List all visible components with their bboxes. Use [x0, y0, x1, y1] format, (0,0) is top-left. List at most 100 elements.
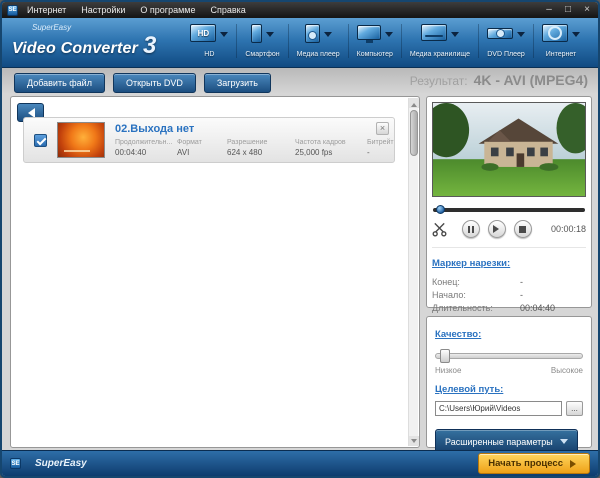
scissors-icon[interactable]: [432, 222, 447, 237]
scroll-down-icon[interactable]: [409, 436, 419, 446]
chevron-down-icon[interactable]: [323, 32, 332, 41]
trim-duration-value: 00:04:40: [520, 303, 556, 313]
chevron-down-icon[interactable]: [265, 32, 274, 41]
file-title: 02.Выхода нет: [115, 123, 195, 135]
video-thumbnail: [57, 122, 105, 158]
brand-name: Video Converter: [12, 40, 138, 57]
open-dvd-button[interactable]: Открыть DVD: [112, 73, 196, 93]
category-hd[interactable]: HD HD: [182, 24, 236, 58]
maximize-icon[interactable]: □: [562, 5, 574, 15]
category-label: Компьютер: [356, 51, 393, 58]
column-value: 00:04:40: [115, 148, 147, 157]
brand-logo: SuperEasy Video Converter 3: [2, 18, 156, 67]
trim-duration-label: Длительность:: [432, 303, 493, 313]
play-button[interactable]: [487, 220, 506, 238]
file-list-panel: 02.Выхода нет Продолжительн... 00:04:40 …: [10, 96, 420, 448]
play-arrow-icon: [570, 459, 580, 468]
category-media-storage[interactable]: Медиа хранилище: [400, 24, 478, 58]
category-label: Интернет: [545, 51, 577, 58]
chevron-down-icon[interactable]: [220, 32, 229, 41]
column-header: Частота кадров: [295, 139, 346, 146]
quality-slider-track[interactable]: [435, 353, 583, 359]
column-duration: Продолжительн... 00:04:40: [115, 139, 172, 157]
seek-handle[interactable]: [436, 205, 445, 214]
category-toolbar: HD HD Смартфон Медиа плеер Компьютер Мед…: [182, 18, 598, 67]
transport-buttons: [461, 220, 532, 238]
file-info: 02.Выхода нет Продолжительн... 00:04:40 …: [115, 123, 407, 157]
column-value: -: [367, 148, 370, 157]
download-button[interactable]: Загрузить: [203, 73, 271, 93]
column-resolution: Разрешение 624 x 480: [227, 139, 289, 157]
scroll-up-icon[interactable]: [409, 98, 419, 108]
category-media-player[interactable]: Медиа плеер: [287, 24, 348, 58]
start-process-label: Начать процесс: [488, 458, 563, 469]
category-smartphone[interactable]: Смартфон: [236, 24, 287, 58]
internet-icon: [542, 24, 568, 42]
media-player-icon: [304, 24, 320, 43]
column-bitrate: Битрейт -: [367, 139, 401, 157]
target-path-label[interactable]: Целевой путь:: [435, 384, 503, 395]
quality-slider[interactable]: [435, 349, 583, 363]
quality-high-label: Высокое: [550, 366, 583, 375]
brand-header: SuperEasy Video Converter 3 HD HD Смартф…: [2, 18, 598, 68]
quality-slider-thumb[interactable]: [440, 349, 450, 363]
playback-controls: 00:00:18: [432, 220, 586, 238]
seek-track[interactable]: [433, 208, 585, 212]
start-process-button[interactable]: Начать процесс: [478, 453, 590, 474]
computer-icon: [356, 25, 381, 43]
browse-button[interactable]: ...: [566, 401, 583, 416]
chevron-down-icon[interactable]: [572, 32, 580, 41]
file-checkbox[interactable]: [34, 133, 47, 147]
dvd-player-icon: [487, 28, 513, 39]
video-preview[interactable]: [432, 102, 586, 197]
trim-duration-row: Длительность: 00:04:40: [432, 302, 586, 315]
smartphone-icon: [250, 24, 262, 43]
scrollbar[interactable]: [408, 98, 419, 446]
trim-marker-label[interactable]: Маркер нарезки:: [432, 258, 510, 269]
result-value: 4K - AVI (MPEG4): [473, 72, 588, 88]
column-format: Формат AVI: [177, 139, 221, 157]
column-value: AVI: [177, 148, 190, 157]
hd-badge: HD: [197, 28, 210, 38]
app-window: SE Интернет Настройки О программе Справк…: [0, 0, 600, 478]
stop-icon: [519, 225, 527, 233]
trim-end-label: Конец:: [432, 277, 460, 287]
stop-button[interactable]: [513, 220, 532, 238]
seek-bar[interactable]: [432, 204, 586, 215]
menu-about[interactable]: О программе: [140, 5, 195, 15]
media-storage-icon: [420, 24, 447, 41]
menu-settings[interactable]: Настройки: [81, 5, 125, 15]
column-value: 25,000 fps: [295, 148, 333, 157]
category-dvd-player[interactable]: DVD Плеер: [478, 24, 533, 58]
minimize-icon[interactable]: –: [543, 5, 555, 15]
pause-button[interactable]: [461, 220, 480, 238]
add-file-button[interactable]: Добавить файл: [14, 73, 105, 93]
category-internet[interactable]: Интернет: [533, 24, 588, 58]
trim-section: Маркер нарезки: Конец: - Начало: - Длите…: [432, 247, 586, 315]
close-icon[interactable]: ×: [581, 5, 593, 15]
result-label: Результат:: [409, 74, 468, 88]
file-list-item[interactable]: 02.Выхода нет Продолжительн... 00:04:40 …: [23, 117, 395, 163]
footer-logo-icon: SE: [10, 458, 21, 469]
window-controls: – □ ×: [543, 5, 593, 15]
back-arrow-icon: [23, 107, 35, 118]
playback-time: 00:00:18: [550, 224, 586, 234]
footer-brand: SuperEasy: [35, 458, 87, 469]
menu-help[interactable]: Справка: [210, 5, 245, 15]
menu-internet[interactable]: Интернет: [27, 5, 66, 15]
chevron-down-icon[interactable]: [450, 32, 459, 41]
quality-label[interactable]: Качество:: [435, 329, 481, 340]
scrollbar-thumb[interactable]: [410, 110, 418, 156]
column-framerate: Частота кадров 25,000 fps: [295, 139, 361, 157]
column-header: Разрешение: [227, 139, 268, 146]
chevron-down-icon[interactable]: [384, 32, 393, 41]
quality-low-label: Низкое: [435, 366, 462, 375]
titlebar: SE Интернет Настройки О программе Справк…: [2, 2, 598, 18]
target-path-input[interactable]: [435, 401, 562, 416]
trim-end-row: Конец: -: [432, 276, 586, 289]
remove-file-button[interactable]: ×: [376, 122, 389, 135]
column-header: Формат: [177, 139, 202, 146]
chevron-down-icon[interactable]: [517, 32, 525, 41]
category-label: HD: [204, 51, 215, 58]
category-computer[interactable]: Компьютер: [347, 24, 401, 58]
